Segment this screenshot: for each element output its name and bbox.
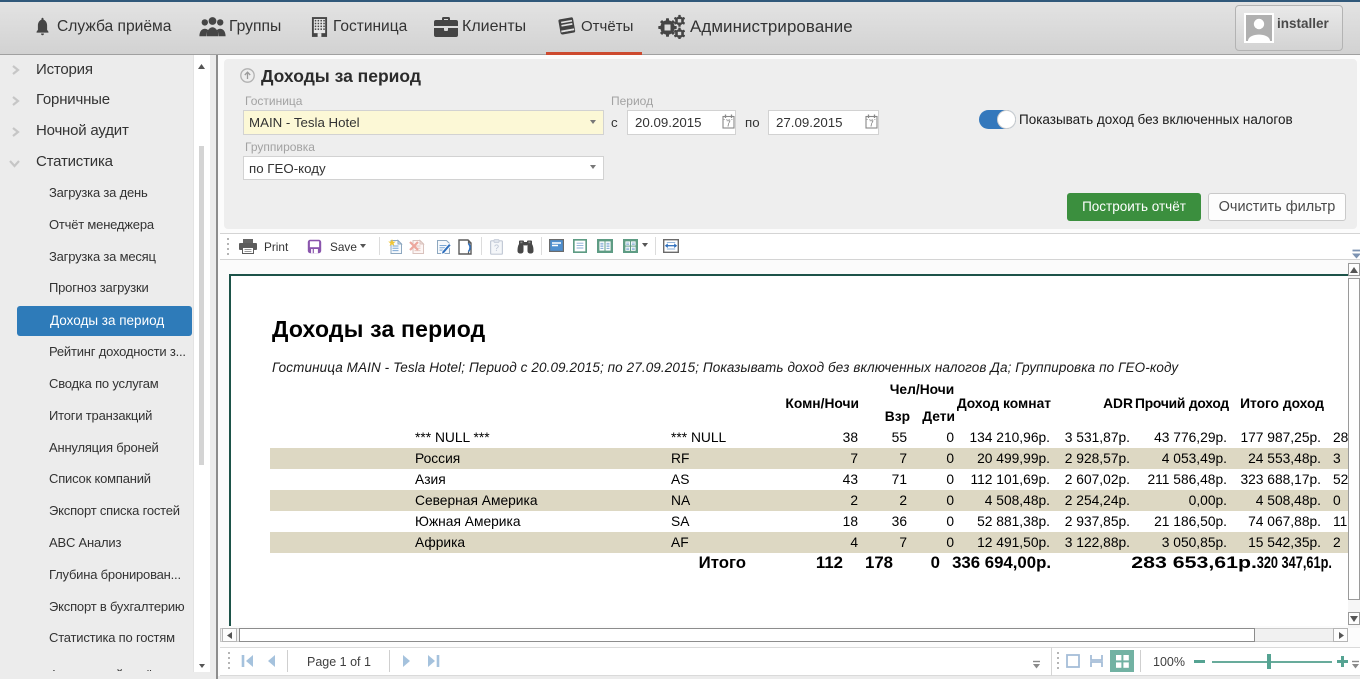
svg-text:7: 7 <box>869 120 874 129</box>
svg-text:?: ? <box>494 243 499 253</box>
svg-text:7: 7 <box>726 120 731 129</box>
